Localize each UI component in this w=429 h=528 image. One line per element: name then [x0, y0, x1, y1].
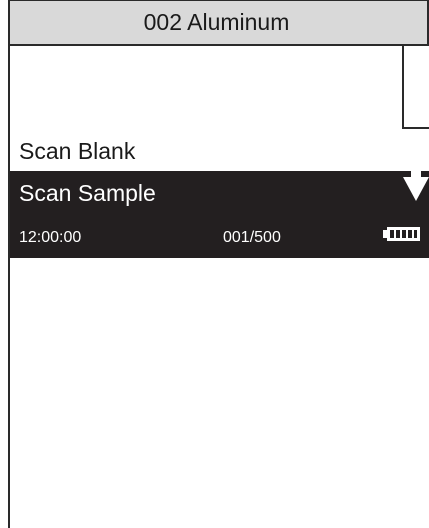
down-arrow-icon[interactable]	[402, 131, 429, 207]
method-title: 002 Aluminum	[143, 9, 290, 35]
menu-item-label: Scan Sample	[19, 180, 156, 206]
sample-counter: 001/500	[223, 229, 281, 246]
status-bar: 12:00:00 001/500	[10, 221, 429, 253]
menu-item-scan-sample[interactable]: Scan Sample	[10, 171, 429, 215]
content-area	[10, 258, 429, 528]
title-bar: 002 Aluminum	[10, 0, 429, 47]
battery-full-icon	[383, 227, 420, 241]
menu-item-label: Scan Blank	[19, 138, 136, 164]
scrollbar-track[interactable]	[402, 46, 429, 129]
menu-item-scan-blank[interactable]: Scan Blank	[10, 131, 429, 171]
clock-time: 12:00:00	[19, 229, 82, 246]
instrument-screen: 002 Aluminum Scan Blank Scan Sample 12:0…	[8, 0, 429, 528]
